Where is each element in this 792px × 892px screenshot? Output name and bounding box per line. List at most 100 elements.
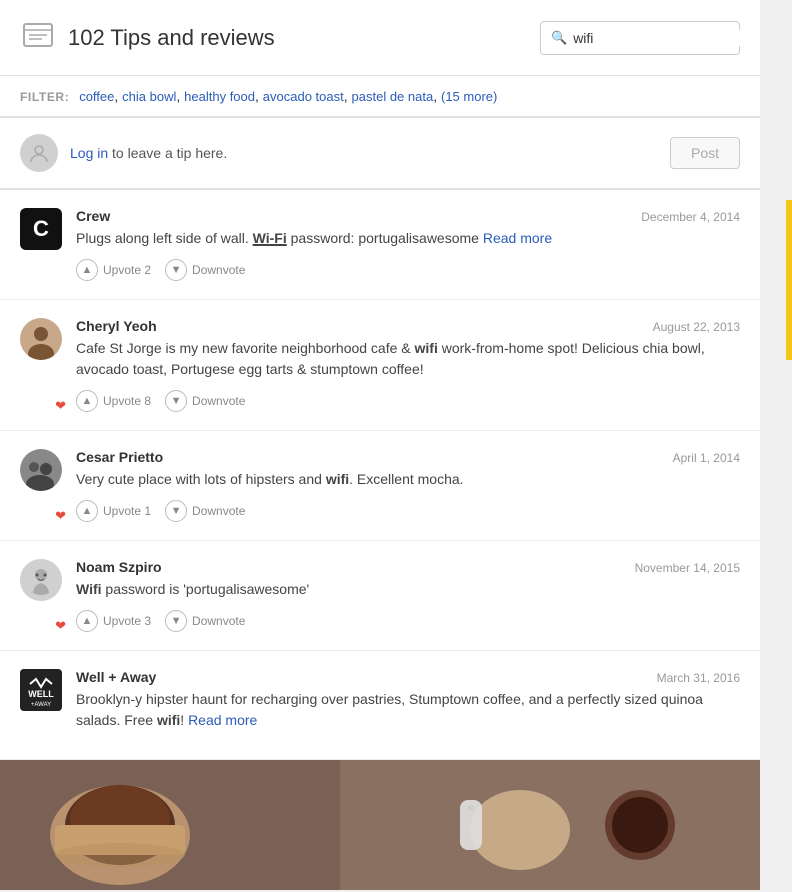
filter-chia-bowl[interactable]: chia bowl (122, 89, 176, 104)
cheryl-avatar (20, 318, 62, 360)
tip-body: Well + Away March 31, 2016 Brooklyn-y hi… (76, 669, 740, 741)
filter-avocado-toast[interactable]: avocado toast (263, 89, 344, 104)
wifi-keyword: Wifi (76, 581, 102, 597)
table-row: WELL +AWAY Well + Away March 31, 2016 Br… (0, 651, 760, 760)
post-button[interactable]: Post (670, 137, 740, 169)
upvote-icon: ▲ (76, 259, 98, 281)
downvote-label: Downvote (192, 614, 245, 628)
tip-text: Plugs along left side of wall. Wi-Fi pas… (76, 228, 740, 249)
upvote-icon: ▲ (76, 390, 98, 412)
read-more-link[interactable]: Read more (483, 230, 552, 246)
login-row: Log in to leave a tip here. Post (0, 118, 760, 190)
wifi-keyword: wifi (415, 340, 438, 356)
downvote-button[interactable]: ▼ Downvote (165, 610, 245, 632)
downvote-label: Downvote (192, 504, 245, 518)
filter-more[interactable]: (15 more) (441, 89, 497, 104)
vote-row: ▲ Upvote 1 ▼ Downvote (76, 500, 740, 522)
table-row: ❤ Noam Szpiro November 14, 2015 Wifi pas… (0, 541, 760, 651)
filter-pastel-de-nata[interactable]: pastel de nata (352, 89, 434, 104)
avatar: C (20, 208, 62, 281)
welaway-avatar: WELL +AWAY (20, 669, 62, 711)
search-box[interactable]: 🔍 ✕ (540, 21, 740, 55)
tips-list: C Crew December 4, 2014 Plugs along left… (0, 190, 760, 890)
upvote-label: Upvote 8 (103, 394, 151, 408)
upvote-button[interactable]: ▲ Upvote 3 (76, 610, 151, 632)
tips-icon (20, 18, 56, 57)
login-link[interactable]: Log in (70, 145, 108, 161)
upvote-label: Upvote 2 (103, 263, 151, 277)
vote-row: ▲ Upvote 2 ▼ Downvote (76, 259, 740, 281)
noam-avatar (20, 559, 62, 601)
login-avatar (20, 134, 58, 172)
side-yellow-bar (786, 200, 792, 360)
tip-header: Noam Szpiro November 14, 2015 (76, 559, 740, 575)
heart-badge: ❤ (55, 398, 66, 414)
downvote-button[interactable]: ▼ Downvote (165, 500, 245, 522)
filter-healthy-food[interactable]: healthy food (184, 89, 255, 104)
downvote-label: Downvote (192, 263, 245, 277)
upvote-icon: ▲ (76, 610, 98, 632)
cesar-avatar (20, 449, 62, 491)
upvote-button[interactable]: ▲ Upvote 8 (76, 390, 151, 412)
read-more-link[interactable]: Read more (188, 712, 257, 728)
login-text: Log in to leave a tip here. (70, 145, 227, 161)
tip-body: Noam Szpiro November 14, 2015 Wifi passw… (76, 559, 740, 632)
avatar: WELL +AWAY (20, 669, 62, 741)
heart-badge: ❤ (55, 508, 66, 524)
avatar: ❤ (20, 318, 62, 412)
downvote-button[interactable]: ▼ Downvote (165, 390, 245, 412)
tip-date: November 14, 2015 (635, 561, 740, 575)
upvote-label: Upvote 1 (103, 504, 151, 518)
upvote-label: Upvote 3 (103, 614, 151, 628)
tip-text: Cafe St Jorge is my new favorite neighbo… (76, 338, 740, 380)
tip-author: Crew (76, 208, 110, 224)
tip-text: Very cute place with lots of hipsters an… (76, 469, 740, 490)
heart-badge: ❤ (55, 618, 66, 634)
table-row: ❤ Cheryl Yeoh August 22, 2013 Cafe St Jo… (0, 300, 760, 431)
tip-author: Well + Away (76, 669, 156, 685)
wifi-keyword: wifi (157, 712, 180, 728)
tip-author: Noam Szpiro (76, 559, 162, 575)
tip-body: Cesar Prietto April 1, 2014 Very cute pl… (76, 449, 740, 522)
downvote-icon: ▼ (165, 259, 187, 281)
header-left: 102 Tips and reviews (20, 18, 275, 57)
header: 102 Tips and reviews 🔍 ✕ (0, 0, 760, 76)
svg-text:+AWAY: +AWAY (31, 702, 51, 708)
filter-bar: FILTER: coffee, chia bowl, healthy food,… (0, 76, 760, 118)
downvote-icon: ▼ (165, 500, 187, 522)
crew-avatar: C (20, 208, 62, 250)
search-input[interactable] (573, 30, 754, 46)
downvote-label: Downvote (192, 394, 245, 408)
svg-text:WELL: WELL (28, 689, 54, 699)
table-row: ❤ Cesar Prietto April 1, 2014 Very cute … (0, 431, 760, 541)
filter-label: FILTER: (20, 90, 69, 104)
vote-row: ▲ Upvote 8 ▼ Downvote (76, 390, 740, 412)
downvote-icon: ▼ (165, 610, 187, 632)
tip-date: August 22, 2013 (653, 320, 740, 334)
table-row: C Crew December 4, 2014 Plugs along left… (0, 190, 760, 300)
page-title: 102 Tips and reviews (68, 25, 275, 51)
avatar: ❤ (20, 559, 62, 632)
tip-body: Cheryl Yeoh August 22, 2013 Cafe St Jorg… (76, 318, 740, 412)
tip-header: Crew December 4, 2014 (76, 208, 740, 224)
tip-date: March 31, 2016 (657, 671, 740, 685)
search-icon: 🔍 (551, 30, 567, 46)
downvote-button[interactable]: ▼ Downvote (165, 259, 245, 281)
tip-header: Cesar Prietto April 1, 2014 (76, 449, 740, 465)
upvote-button[interactable]: ▲ Upvote 1 (76, 500, 151, 522)
tip-text: Brooklyn-y hipster haunt for recharging … (76, 689, 740, 731)
tip-text: Wifi password is 'portugalisawesome' (76, 579, 740, 600)
wifi-keyword: Wi-Fi (253, 230, 287, 246)
tip-photo (0, 760, 760, 890)
tip-body: Crew December 4, 2014 Plugs along left s… (76, 208, 740, 281)
upvote-button[interactable]: ▲ Upvote 2 (76, 259, 151, 281)
tip-header: Well + Away March 31, 2016 (76, 669, 740, 685)
tip-author: Cheryl Yeoh (76, 318, 157, 334)
filter-coffee[interactable]: coffee (79, 89, 114, 104)
tip-author: Cesar Prietto (76, 449, 163, 465)
side-strip (760, 0, 792, 890)
tip-date: April 1, 2014 (673, 451, 740, 465)
wifi-keyword: wifi (326, 471, 349, 487)
downvote-icon: ▼ (165, 390, 187, 412)
vote-row: ▲ Upvote 3 ▼ Downvote (76, 610, 740, 632)
